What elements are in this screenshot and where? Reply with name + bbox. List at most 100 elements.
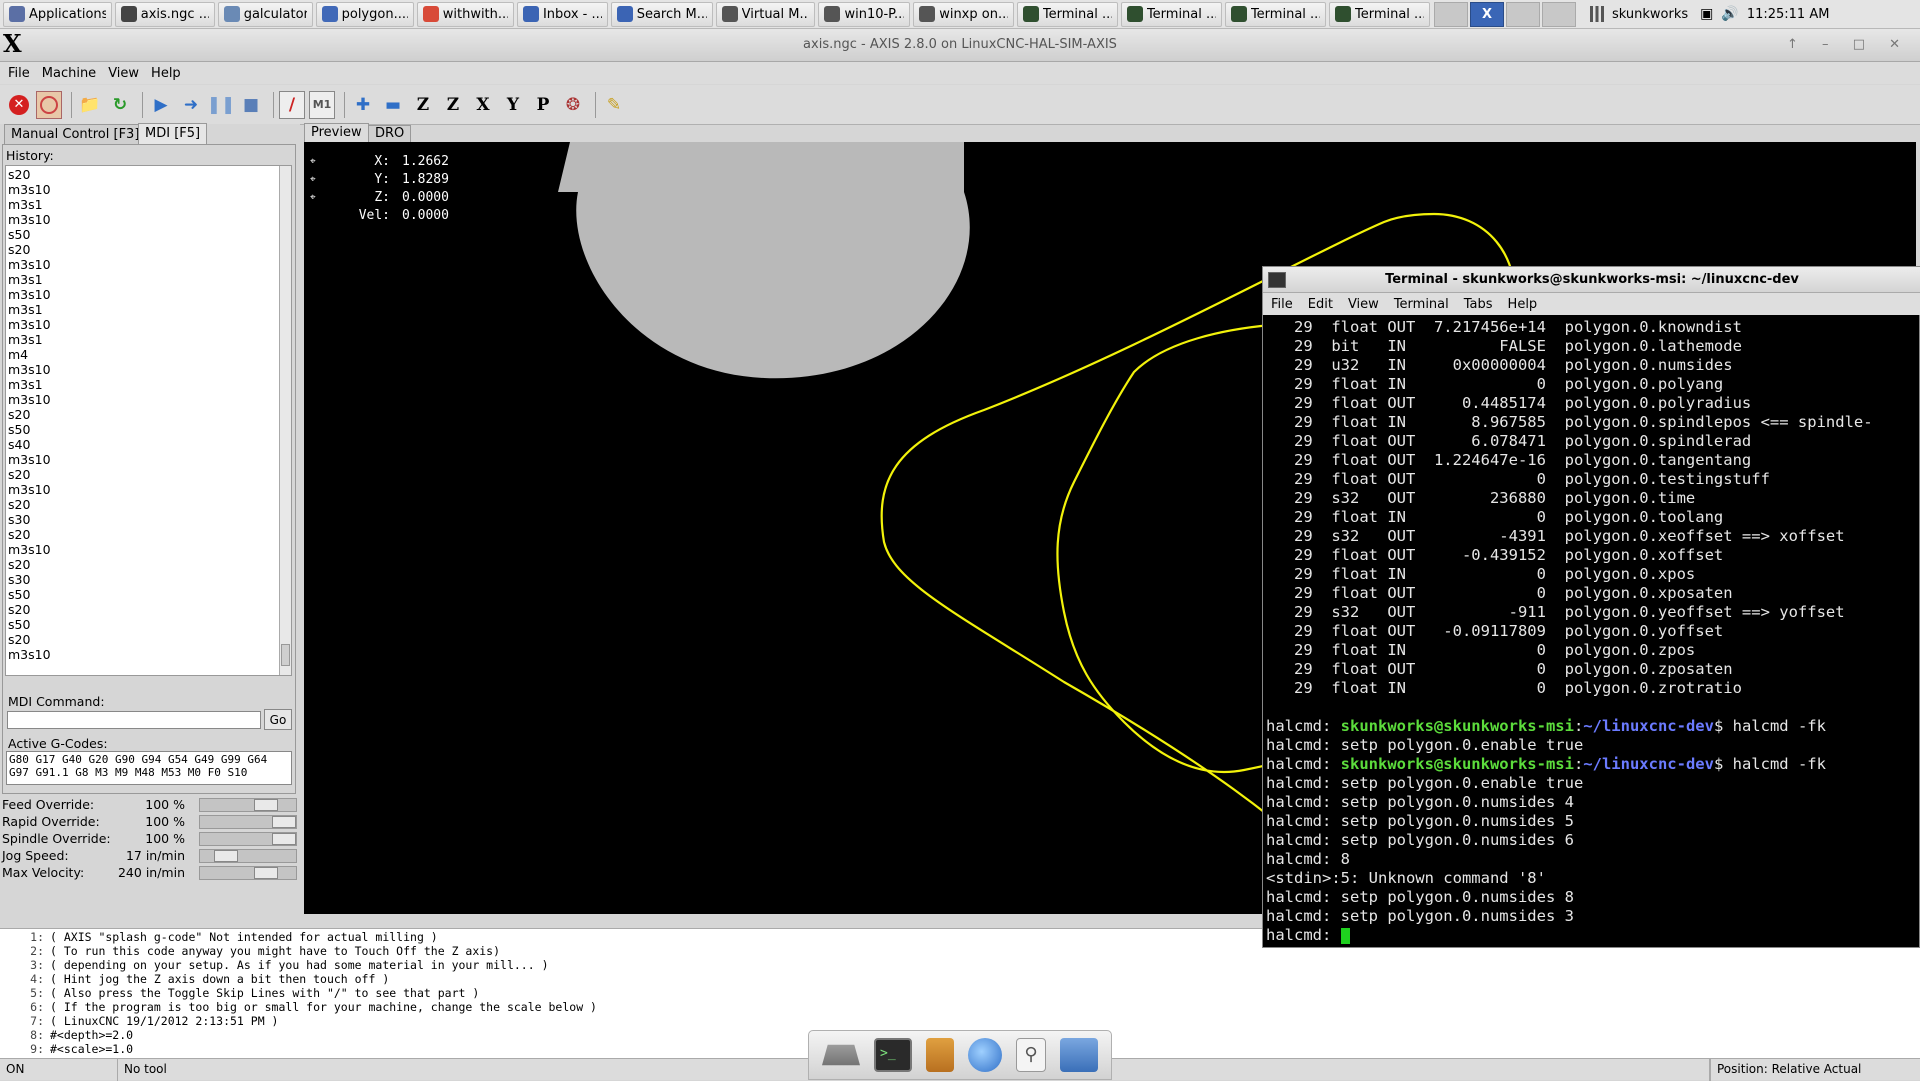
history-item[interactable]: m3s10 [8, 212, 51, 227]
terminal-menu-tabs[interactable]: Tabs [1464, 297, 1493, 312]
taskbar-item[interactable]: Applications [3, 1, 112, 27]
history-item[interactable]: m3s10 [8, 362, 51, 377]
override-slider[interactable] [199, 815, 297, 829]
view-y-icon[interactable]: Y [500, 91, 526, 119]
taskbar-item[interactable]: galculator [217, 1, 313, 27]
history-scrollbar-thumb[interactable] [281, 644, 290, 666]
tab-dro[interactable]: DRO [368, 125, 412, 142]
override-slider-thumb[interactable] [272, 816, 296, 828]
history-item[interactable]: m4 [8, 347, 51, 362]
volume-icon[interactable]: 🔊 [1721, 6, 1738, 22]
history-item[interactable]: s50 [8, 587, 51, 602]
override-slider-thumb[interactable] [214, 850, 239, 862]
window-titlebar[interactable]: X axis.ngc - AXIS 2.8.0 on LinuxCNC-HAL-… [0, 29, 1920, 62]
taskbar-item[interactable]: Inbox - ... [516, 1, 608, 27]
web-browser-icon[interactable] [968, 1038, 1002, 1072]
stop-icon[interactable]: ■ [238, 91, 264, 119]
view-x-icon[interactable]: X [470, 91, 496, 119]
terminal-menu-edit[interactable]: Edit [1308, 297, 1333, 312]
power-button[interactable] [36, 90, 62, 119]
history-list-box[interactable]: s20 m3s10 m3s1 m3s10 s50 s20 m3s10 m3s1 m3s10 m3s… [5, 165, 292, 676]
history-item[interactable]: m3s10 [8, 542, 51, 557]
history-item[interactable]: s20 [8, 242, 51, 257]
folder-icon[interactable] [1060, 1038, 1098, 1072]
tab-mdi[interactable]: MDI [F5] [138, 123, 208, 144]
override-slider-thumb[interactable] [254, 867, 278, 879]
run-icon[interactable]: ▶ [148, 91, 174, 119]
rotate-view-icon[interactable]: ❂ [560, 91, 586, 119]
history-item[interactable]: s30 [8, 572, 51, 587]
override-slider[interactable] [199, 832, 297, 846]
history-item[interactable]: s20 [8, 497, 51, 512]
workspace-2[interactable]: X [1470, 1, 1504, 27]
override-slider-thumb[interactable] [272, 833, 296, 845]
override-slider[interactable] [199, 866, 297, 880]
gcode-line[interactable]: 5: ( Also press the Toggle Skip Lines wit… [0, 986, 1920, 1000]
menu-view[interactable]: View [108, 66, 139, 81]
taskbar-item[interactable]: winxp on... [913, 1, 1014, 27]
history-item[interactable]: s20 [8, 527, 51, 542]
override-slider[interactable] [199, 798, 297, 812]
clear-live-plot-icon[interactable]: ✎ [601, 91, 627, 119]
history-item[interactable]: m3s10 [8, 392, 51, 407]
network-icon[interactable]: ▣ [1700, 6, 1713, 22]
taskbar-item[interactable]: Search M... [610, 1, 713, 27]
taskbar-item[interactable]: Terminal ... [1328, 1, 1430, 27]
history-item[interactable]: s20 [8, 632, 51, 647]
override-slider-thumb[interactable] [254, 799, 278, 811]
gcode-line[interactable]: 7: ( LinuxCNC 19/1/2012 2:13:51 PM ) [0, 1014, 1920, 1028]
open-folder-icon[interactable]: 📁 [77, 91, 103, 119]
window-controls[interactable]: ↑ – □ ✕ [1787, 37, 1910, 52]
terminal-menu-view[interactable]: View [1348, 297, 1379, 312]
view-p-icon[interactable]: P [530, 91, 556, 119]
menu-file[interactable]: File [8, 66, 30, 81]
gcode-line[interactable]: 6: ( If the program is too big or small f… [0, 1000, 1920, 1014]
zoom-in-icon[interactable]: ✚ [350, 91, 376, 119]
history-item[interactable]: s30 [8, 512, 51, 527]
history-item[interactable]: m3s10 [8, 482, 51, 497]
pause-icon[interactable]: ❚❚ [207, 91, 236, 119]
taskbar-item[interactable]: polygon.... [315, 1, 414, 27]
optional-stop-icon[interactable]: M1 [309, 90, 335, 119]
gcode-line[interactable]: 3: ( depending on your setup. As if you h… [0, 958, 1920, 972]
mdi-command-input[interactable] [7, 711, 261, 729]
terminal-menu-help[interactable]: Help [1508, 297, 1538, 312]
history-item[interactable]: m3s1 [8, 197, 51, 212]
menu-machine[interactable]: Machine [42, 66, 96, 81]
history-item[interactable]: m3s1 [8, 272, 51, 287]
go-button[interactable]: Go [264, 709, 292, 730]
history-item[interactable]: m3s10 [8, 182, 51, 197]
history-item[interactable]: m3s10 [8, 452, 51, 467]
terminal-menu-file[interactable]: File [1271, 297, 1293, 312]
gcode-line[interactable]: 4: ( Hint jog the Z axis down a bit then … [0, 972, 1920, 986]
step-icon[interactable]: ➜ [178, 91, 204, 119]
terminal-output[interactable]: 29 float OUT 7.217456e+14 polygon.0.know… [1266, 318, 1920, 946]
terminal-window[interactable]: Terminal - skunkworks@skunkworks-msi: ~/… [1262, 266, 1920, 948]
history-item[interactable]: m3s1 [8, 302, 51, 317]
taskbar-item[interactable]: Terminal ... [1016, 1, 1118, 27]
workspace-3[interactable] [1506, 1, 1540, 27]
history-item[interactable]: m3s1 [8, 377, 51, 392]
view-z2-icon[interactable]: Z [440, 91, 466, 119]
search-icon[interactable]: ⚲ [1016, 1038, 1046, 1072]
history-item[interactable]: s20 [8, 602, 51, 617]
taskbar-item[interactable]: axis.ngc ... [114, 1, 215, 27]
taskbar-item[interactable]: Terminal ... [1120, 1, 1222, 27]
workspace-4[interactable] [1542, 1, 1576, 27]
history-item[interactable]: m3s10 [8, 317, 51, 332]
history-scrollbar[interactable] [279, 166, 291, 675]
zoom-out-icon[interactable]: ▬ [380, 91, 406, 119]
history-item[interactable]: m3s1 [8, 332, 51, 347]
taskbar-item[interactable]: Terminal ... [1224, 1, 1326, 27]
tab-manual-control[interactable]: Manual Control [F3] [4, 124, 147, 144]
view-z-icon[interactable]: Z [410, 91, 436, 119]
terminal-launcher-icon[interactable]: >_ [874, 1038, 912, 1072]
history-item[interactable]: s20 [8, 467, 51, 482]
history-item[interactable]: s20 [8, 557, 51, 572]
menu-help[interactable]: Help [151, 66, 181, 81]
history-list[interactable]: s20 m3s10 m3s1 m3s10 s50 s20 m3s10 m3s1 m3s10 m3s… [8, 167, 51, 662]
history-item[interactable]: s50 [8, 227, 51, 242]
cpu-graph-icon[interactable] [1590, 6, 1604, 22]
show-desktop-icon[interactable] [822, 1044, 860, 1066]
override-slider[interactable] [199, 849, 297, 863]
